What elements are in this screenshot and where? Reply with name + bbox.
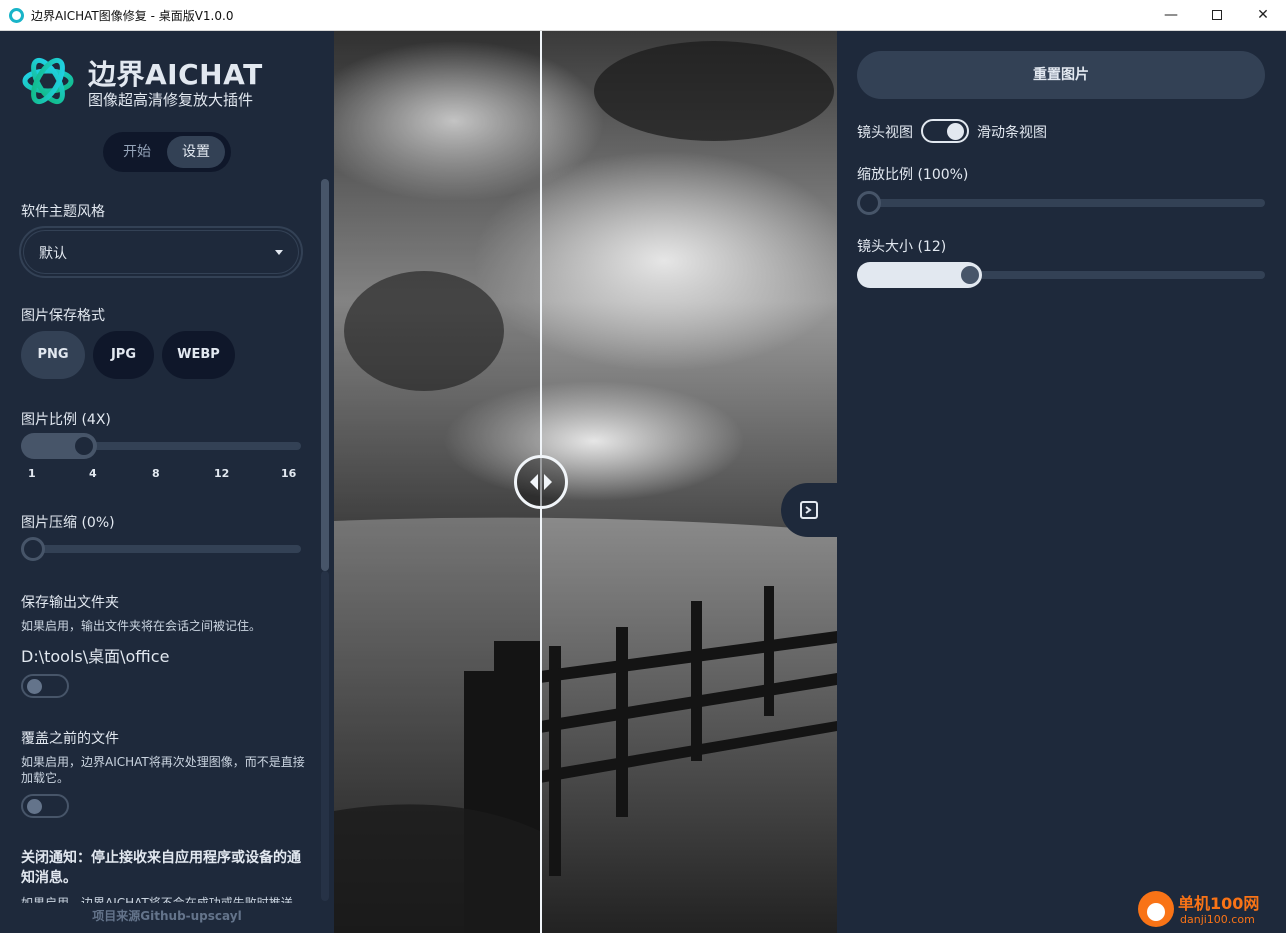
format-jpg-button[interactable]: JPG bbox=[93, 331, 154, 379]
maximize-button[interactable] bbox=[1194, 0, 1240, 31]
project-source-footer[interactable]: 项目来源Github-upscayl bbox=[0, 907, 334, 924]
compress-slider-thumb[interactable] bbox=[21, 537, 45, 561]
minimize-button[interactable]: — bbox=[1148, 0, 1194, 31]
logo-icon bbox=[22, 57, 74, 105]
format-label: 图片保存格式 bbox=[21, 308, 105, 324]
sidebar-scrollbar-track[interactable] bbox=[321, 571, 329, 901]
toggle-knob bbox=[27, 679, 42, 694]
format-webp-button[interactable]: WEBP bbox=[162, 331, 235, 379]
image-compare-viewer[interactable] bbox=[334, 31, 837, 933]
watermark-url: danji100.com bbox=[1180, 913, 1255, 926]
compare-slider-handle[interactable] bbox=[514, 455, 568, 509]
watermark-text: 单机100网 bbox=[1178, 894, 1260, 913]
save-folder-label: 保存输出文件夹 bbox=[21, 595, 119, 611]
save-folder-description: 如果启用，输出文件夹将在会话之间被记住。 bbox=[21, 619, 262, 633]
zoom-slider-thumb[interactable] bbox=[857, 191, 881, 215]
mode-tabs: 开始 设置 bbox=[103, 132, 231, 172]
format-png-button[interactable]: PNG bbox=[21, 331, 85, 379]
app-icon bbox=[9, 8, 24, 23]
window-title: 边界AICHAT图像修复 - 桌面版V1.0.0 bbox=[31, 9, 234, 23]
scale-tick: 8 bbox=[152, 467, 160, 480]
toggle-panel-button[interactable] bbox=[781, 483, 837, 537]
title-bar: 边界AICHAT图像修复 - 桌面版V1.0.0 — ✕ bbox=[0, 0, 1286, 31]
brand-name: 边界AICHAT bbox=[88, 58, 263, 91]
view-options-panel: 重置图片 镜头视图 滑动条视图 缩放比例 (100%) 镜头大小 (12) bbox=[837, 31, 1286, 933]
theme-select-value: 默认 bbox=[39, 246, 67, 262]
reset-image-button[interactable]: 重置图片 bbox=[857, 51, 1265, 99]
slider-view-label: 滑动条视图 bbox=[977, 125, 1047, 141]
notify-label: 关闭通知：停止接收来自应用程序或设备的通知消息。 bbox=[21, 850, 301, 886]
left-right-arrows-icon bbox=[530, 474, 552, 490]
lens-view-label: 镜头视图 bbox=[857, 125, 913, 141]
zoom-label: 缩放比例 (100%) bbox=[857, 167, 969, 183]
scale-tick: 12 bbox=[214, 467, 230, 480]
tab-settings[interactable]: 设置 bbox=[167, 136, 225, 168]
overwrite-label: 覆盖之前的文件 bbox=[21, 731, 119, 747]
theme-select[interactable]: 默认 bbox=[19, 226, 303, 278]
brand-subtitle: 图像超高清修复放大插件 bbox=[88, 91, 254, 109]
close-button[interactable]: ✕ bbox=[1240, 0, 1286, 31]
panel-toggle-icon bbox=[800, 501, 818, 519]
watermark-logo-icon bbox=[1138, 891, 1174, 927]
zoom-slider-track[interactable] bbox=[857, 199, 1265, 207]
chevron-down-icon bbox=[275, 250, 283, 255]
scale-label: 图片比例 (4X) bbox=[21, 412, 111, 428]
theme-label: 软件主题风格 bbox=[21, 204, 105, 220]
site-watermark: 单机100网 danji100.com bbox=[1138, 888, 1286, 933]
compress-slider-track[interactable] bbox=[21, 545, 301, 553]
overwrite-description: 如果启用，边界AICHAT将再次处理图像，而不是直接加载它。 bbox=[21, 755, 305, 785]
toggle-knob bbox=[27, 799, 42, 814]
scale-tick: 16 bbox=[281, 467, 297, 480]
tab-start[interactable]: 开始 bbox=[111, 136, 163, 168]
scale-tick: 1 bbox=[28, 467, 36, 480]
comparison-image bbox=[334, 31, 837, 933]
notify-description: 如果启用，边界AICHAT将不会在成功或失败时推送 bbox=[21, 896, 293, 903]
settings-sidebar: 边界AICHAT 图像超高清修复放大插件 开始 设置 软件主题风格 默认 图片保… bbox=[0, 31, 334, 933]
compress-label: 图片压缩 (0%) bbox=[21, 515, 115, 531]
overwrite-toggle[interactable] bbox=[21, 794, 69, 818]
view-mode-switch[interactable] bbox=[921, 119, 969, 143]
sidebar-scrollbar-thumb[interactable] bbox=[321, 179, 329, 571]
save-folder-toggle[interactable] bbox=[21, 674, 69, 698]
maximize-icon bbox=[1212, 10, 1222, 20]
lens-size-slider-thumb[interactable] bbox=[958, 263, 982, 287]
save-folder-path: D:\tools\桌面\office bbox=[21, 647, 170, 666]
scale-tick: 4 bbox=[89, 467, 97, 480]
scale-slider-thumb[interactable] bbox=[72, 434, 96, 458]
switch-knob bbox=[947, 123, 964, 140]
lens-size-label: 镜头大小 (12) bbox=[857, 239, 947, 255]
